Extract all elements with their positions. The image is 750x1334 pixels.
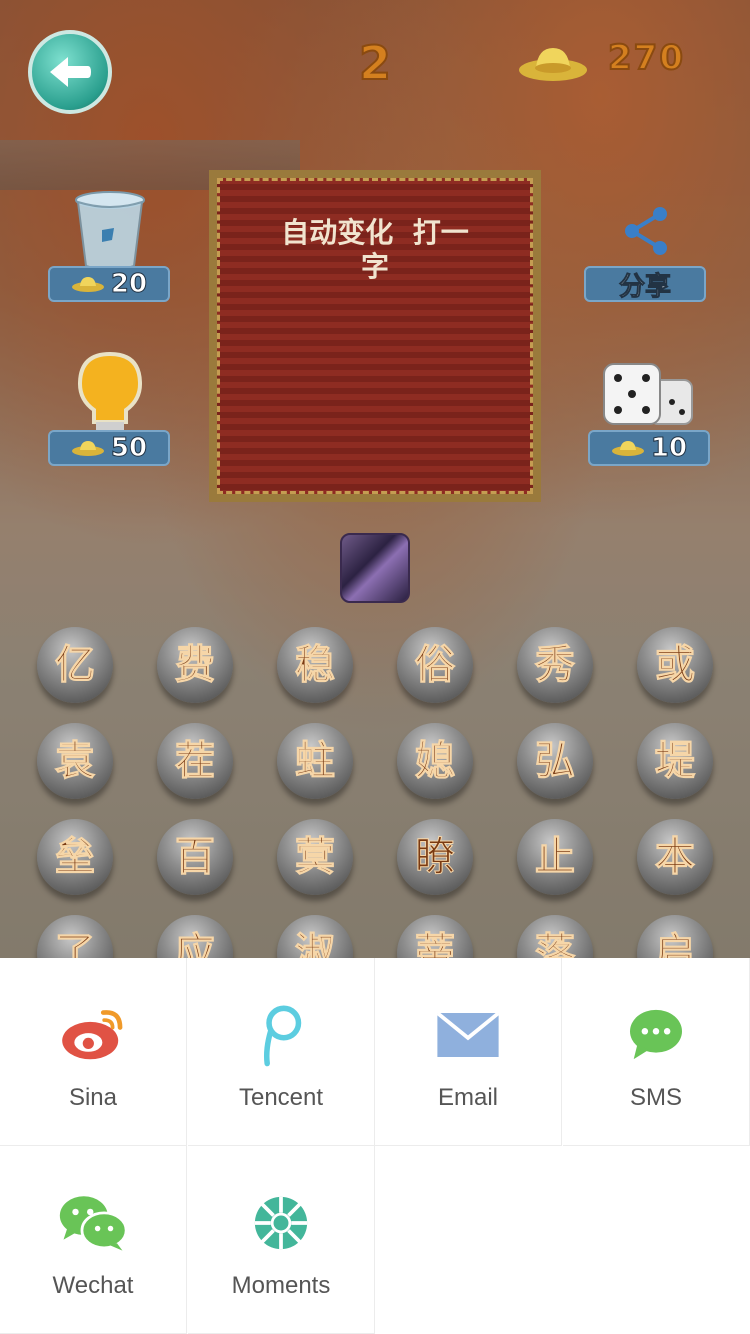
gold-ingot-icon (71, 277, 104, 292)
letter-ball[interactable]: 或 (637, 627, 713, 703)
letter-text: 媳 (415, 738, 456, 784)
letter-text: 止 (535, 834, 576, 880)
level-number: 2 (358, 35, 392, 91)
letter-text: 稳 (295, 642, 336, 688)
letter-ball[interactable]: 稳 (277, 627, 353, 703)
arrow-left-icon (50, 57, 91, 87)
clue-line-1: 自动变化 打一 (281, 216, 469, 249)
moments-icon (246, 1188, 316, 1258)
share-icon (625, 207, 667, 255)
letter-text: 费 (175, 642, 216, 688)
letter-text: 弘 (535, 738, 576, 784)
share-option-tencent[interactable]: Tencent (188, 958, 375, 1146)
share-option-label: Moments (231, 1272, 331, 1299)
letter-ball[interactable]: 茬 (157, 723, 233, 799)
letter-ball[interactable]: 百 (157, 819, 233, 895)
share-tag: 分享 (584, 266, 706, 302)
answer-slot[interactable] (340, 533, 410, 603)
letter-ball[interactable]: 袁 (37, 723, 113, 799)
gold-ingot-icon (611, 441, 644, 456)
letter-ball[interactable]: 弘 (517, 723, 593, 799)
mail-icon (433, 1000, 503, 1070)
letter-ball[interactable]: 堤 (637, 723, 713, 799)
share-option-sina[interactable]: Sina (0, 958, 187, 1146)
letter-ball[interactable]: 费 (157, 627, 233, 703)
coin-count: 270 (607, 37, 685, 79)
letter-text: 蛀 (295, 738, 336, 784)
hint-price: 50 (110, 433, 148, 464)
gold-ingot-icon (71, 441, 104, 456)
trash-icon (75, 191, 145, 270)
hint-price-tag: 50 (48, 430, 170, 466)
letter-text: 蓂 (295, 834, 336, 880)
letter-text: 袁 (55, 738, 96, 784)
tencent-weibo-icon (246, 1000, 316, 1070)
share-option-label: Sina (68, 1084, 118, 1111)
letter-ball[interactable]: 止 (517, 819, 593, 895)
wechat-icon (58, 1188, 128, 1258)
letter-text: 俗 (415, 642, 456, 688)
share-option-label: Email (437, 1084, 498, 1111)
letter-text: 或 (655, 642, 696, 688)
clue-board: 自动变化 打一 字 (209, 170, 541, 502)
letter-text: 蒂 (415, 930, 456, 959)
letter-ball[interactable]: 媳 (397, 723, 473, 799)
letter-text: 堤 (655, 738, 696, 784)
letter-text: 本 (655, 834, 696, 880)
share-label: 分享 (618, 271, 671, 302)
letter-ball[interactable]: 垒 (37, 819, 113, 895)
letter-ball[interactable]: 蛀 (277, 723, 353, 799)
letter-ball[interactable]: 瞭 (397, 819, 473, 895)
lightbulb-icon (78, 352, 142, 434)
letter-text: 秀 (535, 642, 576, 688)
letter-text: 亿 (55, 642, 96, 688)
gold-ingot-icon (519, 48, 587, 81)
back-button[interactable] (28, 30, 112, 114)
letter-text: 茬 (175, 738, 216, 784)
letter-text: 了 (55, 930, 96, 959)
letter-ball[interactable]: 秀 (517, 627, 593, 703)
dice-icon (603, 363, 693, 425)
letter-ball[interactable]: 蓂 (277, 819, 353, 895)
share-option-wechat[interactable]: Wechat (0, 1146, 187, 1334)
share-option-label: SMS (629, 1084, 682, 1111)
letter-text: 瞭 (415, 834, 456, 880)
letter-ball[interactable]: 本 (637, 819, 713, 895)
letter-text: 启 (655, 930, 696, 959)
share-option-email[interactable]: Email (375, 958, 562, 1146)
letter-ball[interactable]: 亿 (37, 627, 113, 703)
share-sheet: Sina Tencent Email SMS Wechat Moments (0, 958, 750, 1334)
letter-text: 百 (175, 834, 216, 880)
letter-text: 垒 (55, 834, 96, 880)
remove-letters-tool[interactable]: 20 (48, 190, 172, 302)
chat-bubble-icon (621, 1000, 691, 1070)
letter-text: 落 (535, 930, 576, 959)
letter-text: 淑 (295, 930, 336, 959)
share-option-sms[interactable]: SMS (563, 958, 750, 1146)
letter-text: 应 (175, 930, 216, 959)
letter-ball[interactable]: 俗 (397, 627, 473, 703)
game-screen: 2 270 20 分享 50 10 自动变化 打一 字 亿 费 稳 俗 秀 或 … (0, 0, 750, 958)
clue-text: 自动变化 打一 字 (247, 216, 503, 284)
random-tool[interactable]: 10 (588, 358, 710, 466)
dice-price: 10 (650, 433, 688, 464)
clue-line-2: 字 (360, 250, 389, 283)
weibo-icon (58, 1000, 128, 1070)
hint-tool[interactable]: 50 (48, 352, 172, 466)
dice-price-tag: 10 (588, 430, 710, 466)
share-option-moments[interactable]: Moments (188, 1146, 375, 1334)
trash-price: 20 (110, 269, 148, 300)
share-option-label: Tencent (238, 1084, 324, 1111)
trash-price-tag: 20 (48, 266, 170, 302)
share-option-label: Wechat (52, 1272, 134, 1299)
share-tool[interactable]: 分享 (584, 206, 706, 304)
